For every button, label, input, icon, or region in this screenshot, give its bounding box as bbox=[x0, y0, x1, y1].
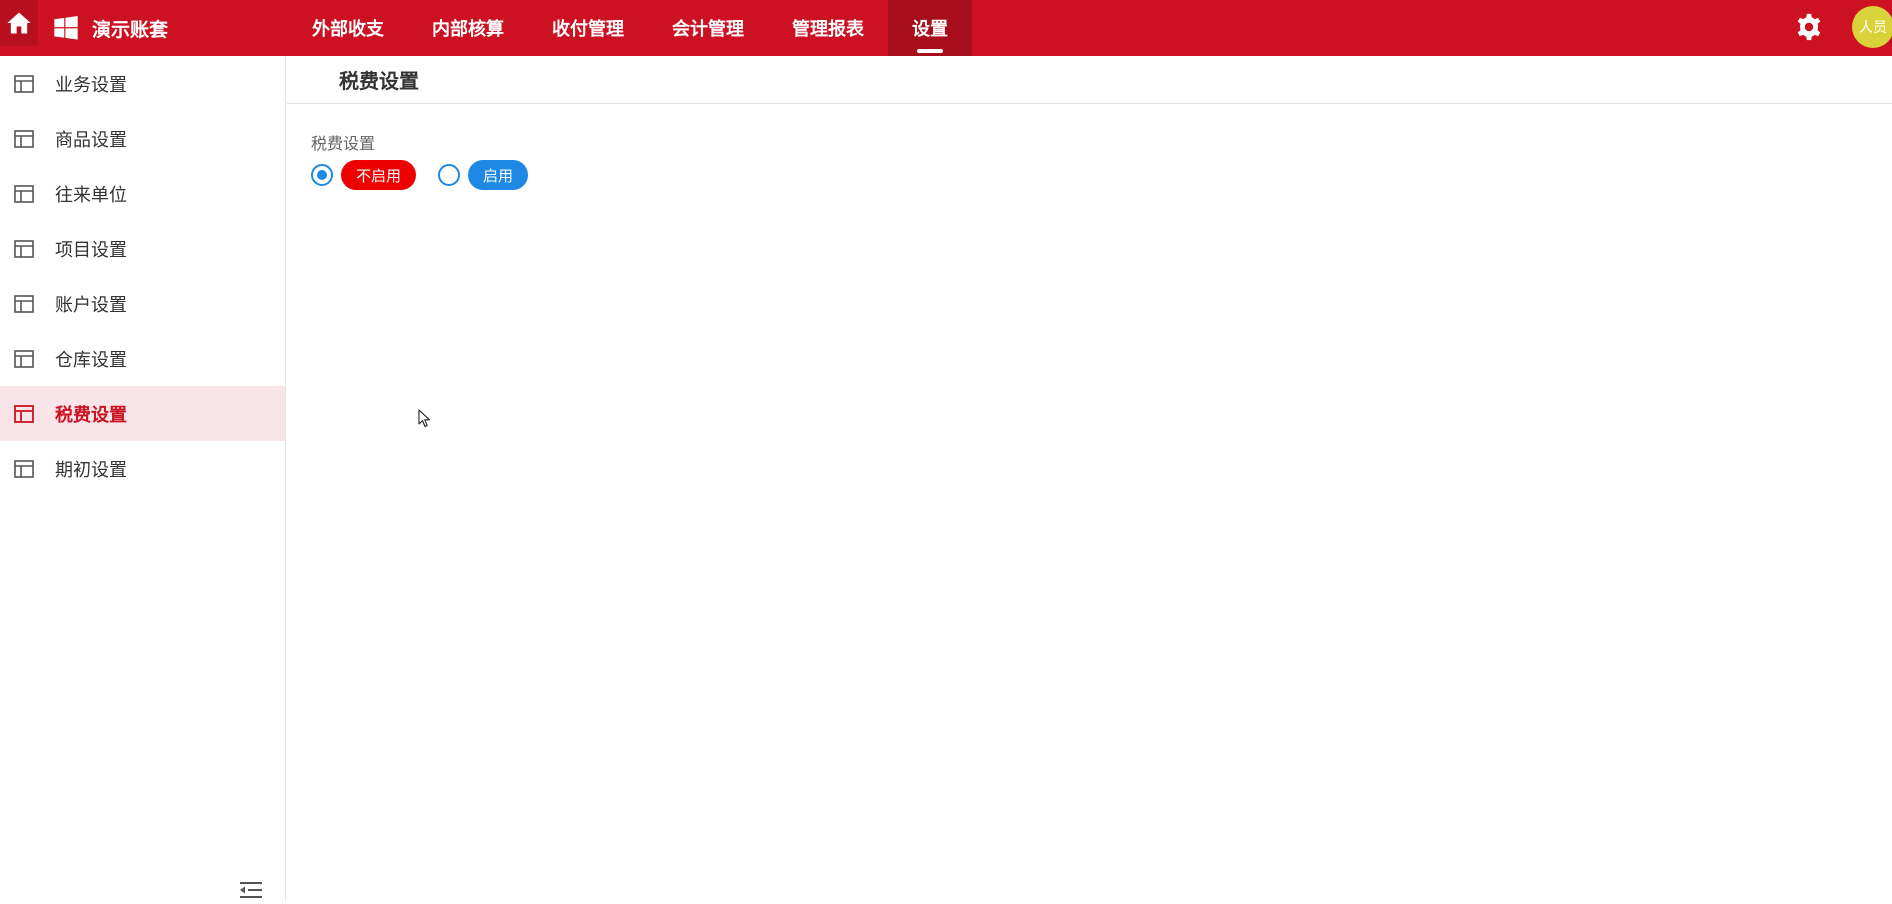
main-nav: 外部收支 内部核算 收付管理 会计管理 管理报表 设置 bbox=[288, 0, 972, 56]
brand-name: 演示账套 bbox=[92, 18, 169, 41]
table-icon bbox=[14, 129, 34, 148]
page-title: 税费设置 bbox=[339, 69, 419, 93]
table-icon bbox=[14, 239, 34, 258]
page-header: 税费设置 bbox=[287, 56, 1892, 104]
sidebar-item-business-settings[interactable]: 业务设置 bbox=[0, 56, 285, 111]
radio-disable[interactable] bbox=[311, 164, 333, 186]
tax-settings-form: 税费设置 不启用 启用 bbox=[287, 104, 1892, 190]
user-avatar[interactable]: 人员 bbox=[1852, 6, 1892, 48]
nav-settings[interactable]: 设置 bbox=[888, 0, 972, 56]
settings-button[interactable] bbox=[1792, 10, 1826, 44]
table-icon bbox=[14, 404, 34, 423]
nav-management-reports[interactable]: 管理报表 bbox=[768, 0, 888, 56]
sidebar-item-account-settings[interactable]: 账户设置 bbox=[0, 276, 285, 331]
radio-enable[interactable] bbox=[438, 164, 461, 186]
sidebar-item-opening-settings[interactable]: 期初设置 bbox=[0, 441, 285, 496]
sidebar-item-tax-settings[interactable]: 税费设置 bbox=[0, 386, 285, 441]
sidebar-item-label: 往来单位 bbox=[55, 184, 127, 206]
nav-internal-accounting[interactable]: 内部核算 bbox=[408, 0, 528, 56]
tax-setting-radio-group: 不启用 启用 bbox=[311, 160, 1892, 190]
collapse-sidebar-button[interactable] bbox=[238, 880, 264, 900]
table-icon bbox=[14, 294, 34, 313]
gear-icon bbox=[1797, 13, 1821, 41]
nav-payment-management[interactable]: 收付管理 bbox=[528, 0, 648, 56]
option-enable[interactable]: 启用 bbox=[438, 160, 529, 190]
option-enable-label[interactable]: 启用 bbox=[468, 160, 529, 190]
table-icon bbox=[14, 184, 34, 203]
collapse-menu-icon bbox=[240, 882, 262, 898]
nav-external-income-expense[interactable]: 外部收支 bbox=[288, 0, 408, 56]
sidebar-item-project-settings[interactable]: 项目设置 bbox=[0, 221, 285, 276]
sidebar-item-label: 项目设置 bbox=[55, 239, 127, 261]
sidebar-item-partners[interactable]: 往来单位 bbox=[0, 166, 285, 221]
sidebar-item-label: 商品设置 bbox=[55, 129, 127, 151]
table-icon bbox=[14, 349, 34, 368]
option-disable-label[interactable]: 不启用 bbox=[341, 160, 417, 190]
tax-setting-field-label: 税费设置 bbox=[311, 134, 376, 153]
main-content: 税费设置 税费设置 不启用 启用 bbox=[287, 56, 1892, 902]
windows-logo-icon bbox=[54, 15, 78, 40]
sidebar-item-label: 账户设置 bbox=[55, 294, 127, 316]
sidebar-item-label: 仓库设置 bbox=[55, 349, 127, 371]
sidebar-item-warehouse-settings[interactable]: 仓库设置 bbox=[0, 331, 285, 386]
brand: 演示账套 bbox=[52, 0, 168, 56]
table-icon bbox=[14, 459, 34, 478]
sidebar-item-label: 期初设置 bbox=[55, 459, 127, 481]
top-navigation-bar: 演示账套 外部收支 内部核算 收付管理 会计管理 管理报表 设置 人员 bbox=[0, 0, 1892, 56]
option-disable[interactable]: 不启用 bbox=[311, 160, 417, 190]
nav-accounting-management[interactable]: 会计管理 bbox=[648, 0, 768, 56]
home-button[interactable] bbox=[0, 0, 38, 46]
sidebar: 业务设置 商品设置 往来单位 项目设置 账户设置 仓库设置 税费设置 期初设置 bbox=[0, 56, 286, 902]
sidebar-item-label: 业务设置 bbox=[55, 74, 127, 96]
mouse-cursor-icon bbox=[418, 409, 431, 428]
home-icon bbox=[7, 12, 31, 34]
table-icon bbox=[14, 74, 34, 93]
sidebar-item-label: 税费设置 bbox=[55, 404, 127, 426]
sidebar-item-product-settings[interactable]: 商品设置 bbox=[0, 111, 285, 166]
